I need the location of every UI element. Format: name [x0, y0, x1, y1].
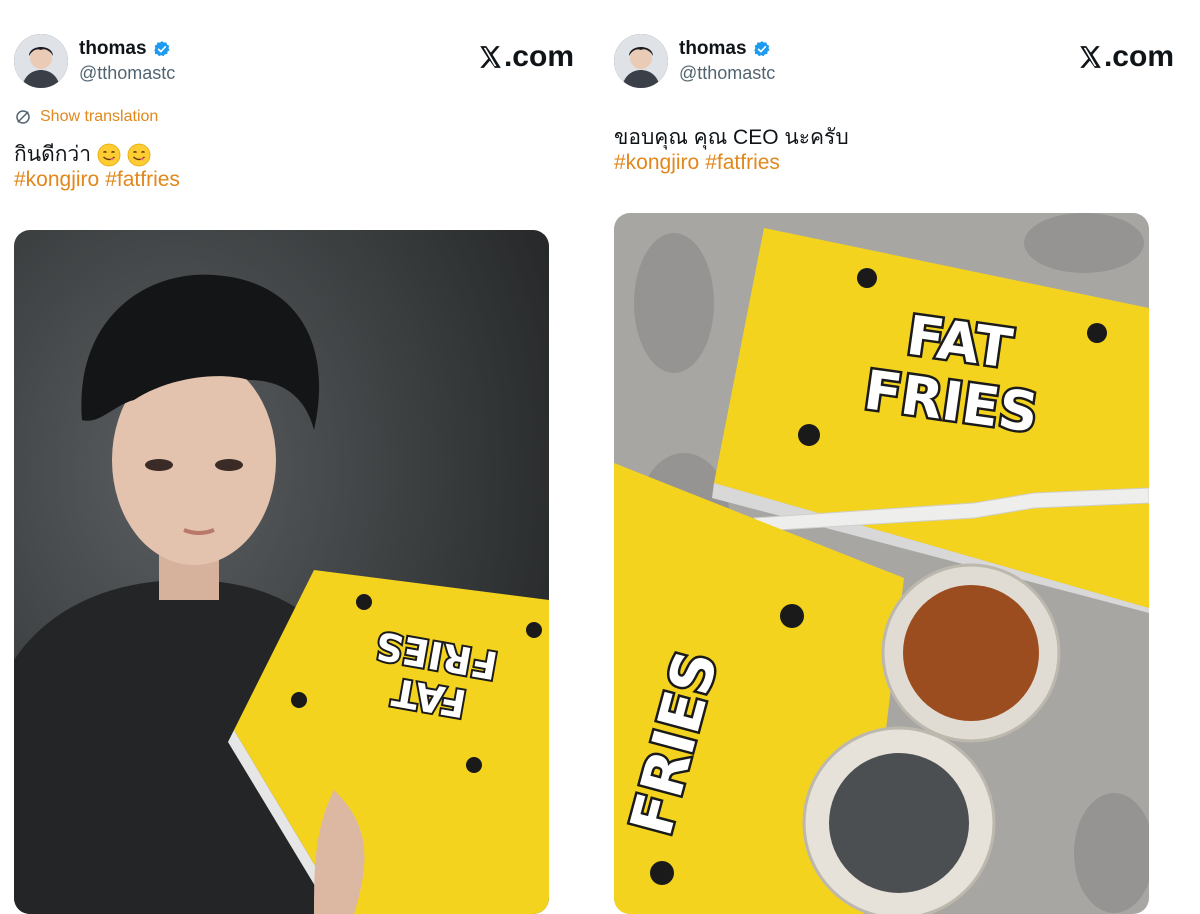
- verified-badge-icon: [153, 41, 170, 57]
- author-name[interactable]: thomas: [79, 38, 147, 60]
- author-row: thomas: [679, 38, 771, 60]
- tweet-text-body: ขอบคุณ คุณ CEO นะครับ: [614, 126, 849, 149]
- x-brand-logo: .com: [1077, 40, 1174, 74]
- tweet-card-1: thomas @tthomastc .com Show translation …: [14, 0, 574, 914]
- hashtag-list: #kongjiro #fatfries: [14, 168, 186, 192]
- tweet-text: ขอบคุณ คุณ CEO นะครับ: [614, 121, 849, 154]
- author-name[interactable]: thomas: [679, 38, 747, 60]
- brand-suffix: .com: [503, 40, 574, 73]
- x-logo-icon: [1080, 46, 1101, 68]
- tweet-text: กินดีกว่า: [14, 138, 151, 171]
- fries-boxes-on-table-image: FAT FRIES FRIES: [614, 213, 1149, 914]
- x-logo-icon: [480, 46, 501, 68]
- brand-suffix: .com: [1103, 40, 1174, 73]
- tweet-photo[interactable]: FAT FRIES: [14, 230, 549, 914]
- hashtag-list: #kongjiro #fatfries: [614, 151, 786, 175]
- tweet-card-2: thomas @tthomastc .com ขอบคุณ คุณ CEO นะ…: [614, 0, 1174, 914]
- tweet-text-body: กินดีกว่า: [14, 143, 92, 166]
- avatar[interactable]: [614, 34, 668, 88]
- tweet-photo[interactable]: FAT FRIES FRIES: [614, 213, 1149, 914]
- hashtag-kongjiro[interactable]: #kongjiro: [14, 168, 99, 191]
- face-savoring-food-emoji-icon: [97, 143, 121, 166]
- selfie-with-fries-box-image: FAT FRIES: [14, 230, 549, 914]
- x-brand-logo: .com: [477, 40, 574, 74]
- avatar[interactable]: [14, 34, 68, 88]
- hashtag-fatfries[interactable]: #fatfries: [105, 168, 180, 191]
- avatar-image: [14, 34, 68, 88]
- author-handle[interactable]: @tthomastc: [679, 63, 775, 84]
- face-savoring-food-emoji-icon: [127, 143, 151, 166]
- avatar-image: [614, 34, 668, 88]
- author-row: thomas: [79, 38, 171, 60]
- author-handle[interactable]: @tthomastc: [79, 63, 175, 84]
- verified-badge-icon: [753, 41, 770, 57]
- hashtag-kongjiro[interactable]: #kongjiro: [614, 151, 699, 174]
- show-translation-label[interactable]: Show translation: [40, 108, 158, 126]
- show-translation-link[interactable]: Show translation: [14, 108, 158, 126]
- translate-icon: [16, 110, 30, 124]
- hashtag-fatfries[interactable]: #fatfries: [705, 151, 780, 174]
